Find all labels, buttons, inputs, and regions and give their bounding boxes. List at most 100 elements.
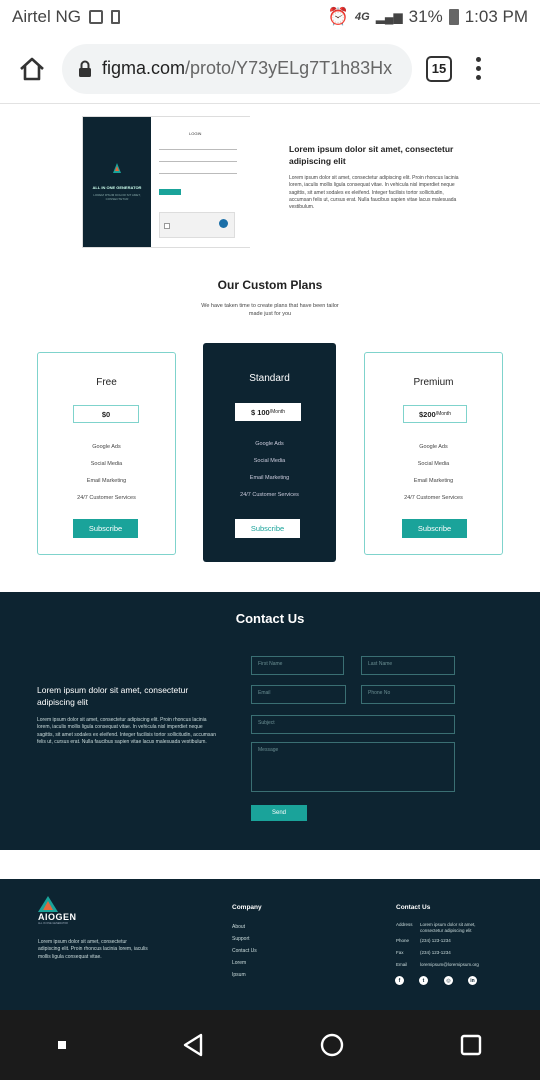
battery-icon bbox=[448, 9, 459, 25]
instagram-icon[interactable]: ◎ bbox=[444, 976, 453, 985]
back-icon[interactable] bbox=[182, 1033, 204, 1057]
mockup-field bbox=[159, 157, 237, 162]
hero-title: Lorem ipsum dolor sit amet, consectetur … bbox=[289, 144, 454, 166]
url-path: /proto/Y73yELg7T1h83Hx bbox=[185, 58, 393, 78]
recaptcha-icon bbox=[219, 219, 228, 228]
plan-feature: Google Ads bbox=[255, 441, 284, 447]
signal-icon: ▂▄▆ bbox=[375, 10, 403, 24]
email-field[interactable]: Email bbox=[251, 685, 346, 704]
plan-feature: Email Marketing bbox=[249, 475, 290, 481]
footer-description: Lorem ipsum dolor sit amet, consectetur … bbox=[38, 939, 148, 960]
lock-icon bbox=[79, 60, 91, 77]
home-nav-icon[interactable] bbox=[320, 1033, 344, 1057]
contact-heading: Lorem ipsum dolor sit amet, consectetur … bbox=[37, 685, 189, 707]
plan-name: Standard bbox=[249, 373, 290, 384]
mockup-brand-panel: ALL IN ONE GENERATOR LOREM IPSUM DOLOR S… bbox=[83, 117, 151, 247]
footer-link-contact[interactable]: Contact Us bbox=[232, 948, 257, 954]
status-bar: Airtel NG ⏰ 4G ▂▄▆ 31% 1:03 PM bbox=[0, 0, 540, 34]
contact-body: Lorem ipsum dolor sit amet, consectetur … bbox=[37, 717, 216, 745]
footer-link-about[interactable]: About bbox=[232, 924, 245, 930]
mockup-captcha bbox=[159, 212, 235, 238]
contact-section: Contact Us Lorem ipsum dolor sit amet, c… bbox=[0, 592, 540, 850]
plan-card-premium: Premium $200/Month Google Ads Social Med… bbox=[364, 352, 503, 555]
plan-card-free: Free $0 Google Ads Social Media Email Ma… bbox=[37, 352, 176, 555]
carrier-label: Airtel NG bbox=[12, 7, 81, 26]
mockup-field bbox=[159, 169, 237, 174]
footer-link-support[interactable]: Support bbox=[232, 936, 250, 942]
recents-icon[interactable] bbox=[460, 1034, 482, 1056]
mockup-button bbox=[159, 189, 181, 195]
mockup-field bbox=[159, 145, 237, 150]
plan-price: $0 bbox=[73, 405, 139, 423]
last-name-field[interactable]: Last Name bbox=[361, 656, 455, 675]
address-value: Lorem ipsum dolor sit amet, consectetur … bbox=[420, 922, 476, 933]
send-button[interactable]: Send bbox=[251, 805, 307, 821]
plan-feature: Email Marketing bbox=[86, 478, 127, 484]
network-type: 4G bbox=[355, 11, 370, 23]
overflow-menu-button[interactable] bbox=[476, 57, 481, 80]
fax-value: (234) 123-1234 bbox=[420, 950, 451, 955]
first-name-field[interactable]: First Name bbox=[251, 656, 344, 675]
plan-feature: 24/7 Customer Services bbox=[77, 495, 136, 501]
footer: AIOGEN ALL IN ONE GENERATOR Lorem ipsum … bbox=[0, 879, 540, 1010]
plan-feature: Social Media bbox=[90, 461, 123, 467]
tab-switcher-button[interactable]: 15 bbox=[426, 55, 452, 82]
mockup-title: LOGIN bbox=[189, 131, 202, 136]
phone-field[interactable]: Phone No bbox=[361, 685, 455, 704]
footer-logo-text: AIOGEN bbox=[38, 912, 77, 922]
plan-feature: 24/7 Customer Services bbox=[404, 495, 463, 501]
fax-label: Fax bbox=[396, 950, 404, 955]
battery-saver-icon bbox=[110, 10, 120, 24]
plan-name: Free bbox=[96, 377, 117, 388]
plan-feature: 24/7 Customer Services bbox=[240, 492, 299, 498]
browser-toolbar: figma.com/proto/Y73yELg7T1h83Hx 15 bbox=[0, 34, 540, 104]
home-icon bbox=[20, 57, 44, 80]
alarm-icon: ⏰ bbox=[327, 7, 349, 26]
address-label: Address bbox=[396, 922, 413, 927]
plan-card-standard: Standard $ 100/Month Google Ads Social M… bbox=[203, 343, 336, 562]
address-bar[interactable]: figma.com/proto/Y73yELg7T1h83Hx bbox=[62, 43, 412, 94]
footer-tagline: ALL IN ONE GENERATOR bbox=[38, 922, 68, 925]
clock: 1:03 PM bbox=[464, 7, 528, 26]
plan-feature: Email Marketing bbox=[413, 478, 454, 484]
gallery-notification-icon bbox=[88, 10, 103, 24]
message-field[interactable]: Message bbox=[251, 742, 455, 792]
email-label: Email bbox=[396, 962, 408, 967]
twitter-icon[interactable]: t bbox=[419, 976, 428, 985]
logo-icon bbox=[113, 163, 121, 173]
plans-title: Our Custom Plans bbox=[217, 278, 323, 292]
phone-value: (234) 123-1234 bbox=[420, 938, 451, 943]
aiogen-logo-icon bbox=[38, 896, 58, 912]
facebook-icon[interactable]: f bbox=[395, 976, 404, 985]
company-title: Company bbox=[232, 904, 262, 911]
email-value: loremipsum@loremipsum.org bbox=[420, 962, 479, 967]
linkedin-icon[interactable]: in bbox=[468, 976, 477, 985]
plan-feature: Google Ads bbox=[92, 444, 121, 450]
plan-price: $200/Month bbox=[403, 405, 467, 423]
tab-count: 15 bbox=[431, 61, 447, 76]
subject-field[interactable]: Subject bbox=[251, 715, 455, 734]
footer-link-lorem[interactable]: Lorem bbox=[232, 960, 246, 966]
plans-subtitle: We have taken time to create plans that … bbox=[201, 303, 339, 317]
mockup-brand-text: ALL IN ONE GENERATOR bbox=[92, 185, 142, 190]
subscribe-free-button[interactable]: Subscribe bbox=[73, 519, 138, 538]
plan-feature: Social Media bbox=[417, 461, 450, 467]
notification-dot-icon bbox=[58, 1041, 66, 1049]
subscribe-premium-button[interactable]: Subscribe bbox=[402, 519, 467, 538]
login-screen-mockup: ALL IN ONE GENERATOR LOREM IPSUM DOLOR S… bbox=[82, 116, 250, 248]
plan-price: $ 100/Month bbox=[235, 403, 301, 421]
plan-feature: Google Ads bbox=[419, 444, 448, 450]
mockup-brand-sub: LOREM IPSUM DOLOR SIT AMET, CONSECTETUR bbox=[93, 193, 141, 201]
figma-prototype-page[interactable]: ALL IN ONE GENERATOR LOREM IPSUM DOLOR S… bbox=[0, 105, 540, 1010]
home-button[interactable] bbox=[12, 49, 52, 89]
phone-label: Phone bbox=[396, 938, 410, 943]
footer-contact-title: Contact Us bbox=[396, 904, 431, 911]
subscribe-standard-button[interactable]: Subscribe bbox=[235, 519, 300, 538]
url-host: figma.com bbox=[102, 58, 186, 78]
battery-percent: 31% bbox=[408, 7, 443, 26]
footer-link-ipsum[interactable]: Ipsum bbox=[232, 972, 246, 978]
mockup-form-panel: LOGIN bbox=[151, 117, 250, 247]
plan-feature: Social Media bbox=[253, 458, 286, 464]
hero-body: Lorem ipsum dolor sit amet, consectetur … bbox=[289, 175, 459, 211]
android-navigation-bar bbox=[0, 1010, 540, 1080]
